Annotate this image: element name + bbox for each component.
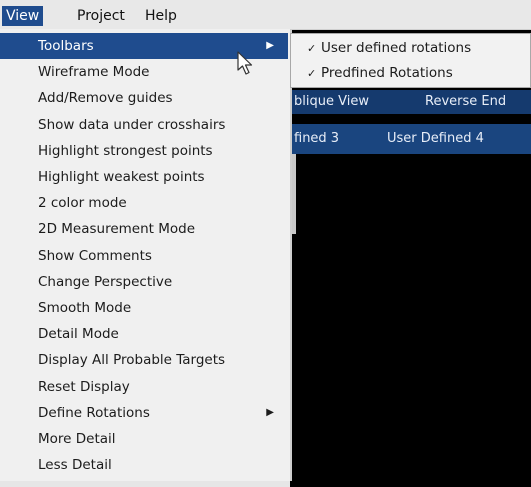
menu-item-label: Highlight strongest points — [38, 142, 213, 159]
predefined-rotations-toolbar: blique View Reverse End — [290, 90, 531, 114]
menu-item-add-remove-guides[interactable]: Add/Remove guides — [0, 85, 288, 111]
menu-item-reset-display[interactable]: Reset Display — [0, 374, 288, 400]
menu-item-label: Less Detail — [38, 457, 112, 474]
oblique-view-button[interactable]: blique View — [294, 90, 369, 114]
menu-help[interactable]: Help — [141, 6, 181, 26]
menu-item-label: Change Perspective — [38, 273, 173, 290]
menu-item-2-color-mode[interactable]: 2 color mode — [0, 190, 288, 216]
menu-item-show-data-under-crosshairs[interactable]: Show data under crosshairs — [0, 112, 288, 138]
menu-item-label: 2 color mode — [38, 195, 127, 212]
submenu-item-user-defined-rotations[interactable]: ✓ User defined rotations — [291, 36, 531, 60]
toolbars-submenu: ✓ User defined rotations ✓ Predfined Rotati… — [290, 33, 531, 88]
menu-item-label: Wireframe Mode — [38, 64, 150, 81]
menu-item-label: 2D Measurement Mode — [38, 221, 196, 238]
menu-item-highlight-strongest-points[interactable]: Highlight strongest points — [0, 138, 288, 164]
toolbar-gap — [290, 114, 531, 124]
user-defined-4-button[interactable]: User Defined 4 — [387, 124, 484, 154]
menu-item-label: Smooth Mode — [38, 300, 132, 316]
mouse-pointer-icon — [237, 51, 253, 75]
menu-item-define-rotations[interactable]: Define Rotations ▶ — [0, 400, 288, 426]
submenu-arrow-icon: ▶ — [266, 406, 274, 418]
menu-item-label: Define Rotations — [38, 404, 150, 421]
checkmark-icon: ✓ — [307, 67, 317, 80]
menu-item-highlight-weakest-points[interactable]: Highlight weakest points — [0, 164, 288, 190]
menu-item-smooth-mode[interactable]: Smooth Mode — [0, 295, 288, 321]
checkmark-icon: ✓ — [307, 42, 317, 55]
menu-item-label: Display All Probable Targets — [38, 352, 226, 369]
menu-item-label: Toolbars — [38, 38, 94, 54]
menu-item-label: Highlight weakest points — [38, 169, 205, 185]
reverse-end-button[interactable]: Reverse End — [425, 90, 506, 114]
menu-item-change-perspective[interactable]: Change Perspective — [0, 269, 288, 295]
menu-view[interactable]: View — [2, 6, 44, 26]
submenu-arrow-icon: ▶ — [266, 40, 274, 51]
menu-item-label: Detail Mode — [38, 326, 119, 343]
submenu-item-predfined-rotations[interactable]: ✓ Predfined Rotations — [291, 61, 531, 85]
user-defined-rotations-toolbar: fined 3 User Defined 4 — [290, 124, 531, 154]
submenu-item-label: User defined rotations — [321, 40, 472, 56]
menu-item-label: Reset Display — [38, 378, 130, 395]
menu-item-less-detail[interactable]: Less Detail — [0, 452, 288, 478]
menu-item-label: More Detail — [38, 431, 116, 447]
menu-item-2d-measurement-mode[interactable]: 2D Measurement Mode — [0, 216, 288, 242]
menu-item-display-all-probable-targets[interactable]: Display All Probable Targets — [0, 347, 288, 373]
menu-item-label: Show Comments — [38, 247, 152, 264]
menu-item-show-comments[interactable]: Show Comments — [0, 243, 288, 269]
menu-item-label: Show data under crosshairs — [38, 116, 226, 133]
menu-label: View — [6, 8, 40, 24]
menu-label: Project — [77, 8, 125, 24]
menubar: View Project Help — [0, 0, 531, 30]
menu-project[interactable]: Project — [73, 6, 129, 26]
submenu-item-label: Predfined Rotations — [321, 65, 453, 81]
menu-item-label: Add/Remove guides — [38, 90, 173, 107]
user-defined-3-button[interactable]: fined 3 — [294, 124, 339, 154]
menu-item-more-detail[interactable]: More Detail — [0, 426, 288, 452]
menu-item-detail-mode[interactable]: Detail Mode — [0, 321, 288, 347]
view-menu: Toolbars ▶ Wireframe Mode Add/Remove guides… — [0, 29, 292, 481]
menu-label: Help — [145, 8, 177, 24]
